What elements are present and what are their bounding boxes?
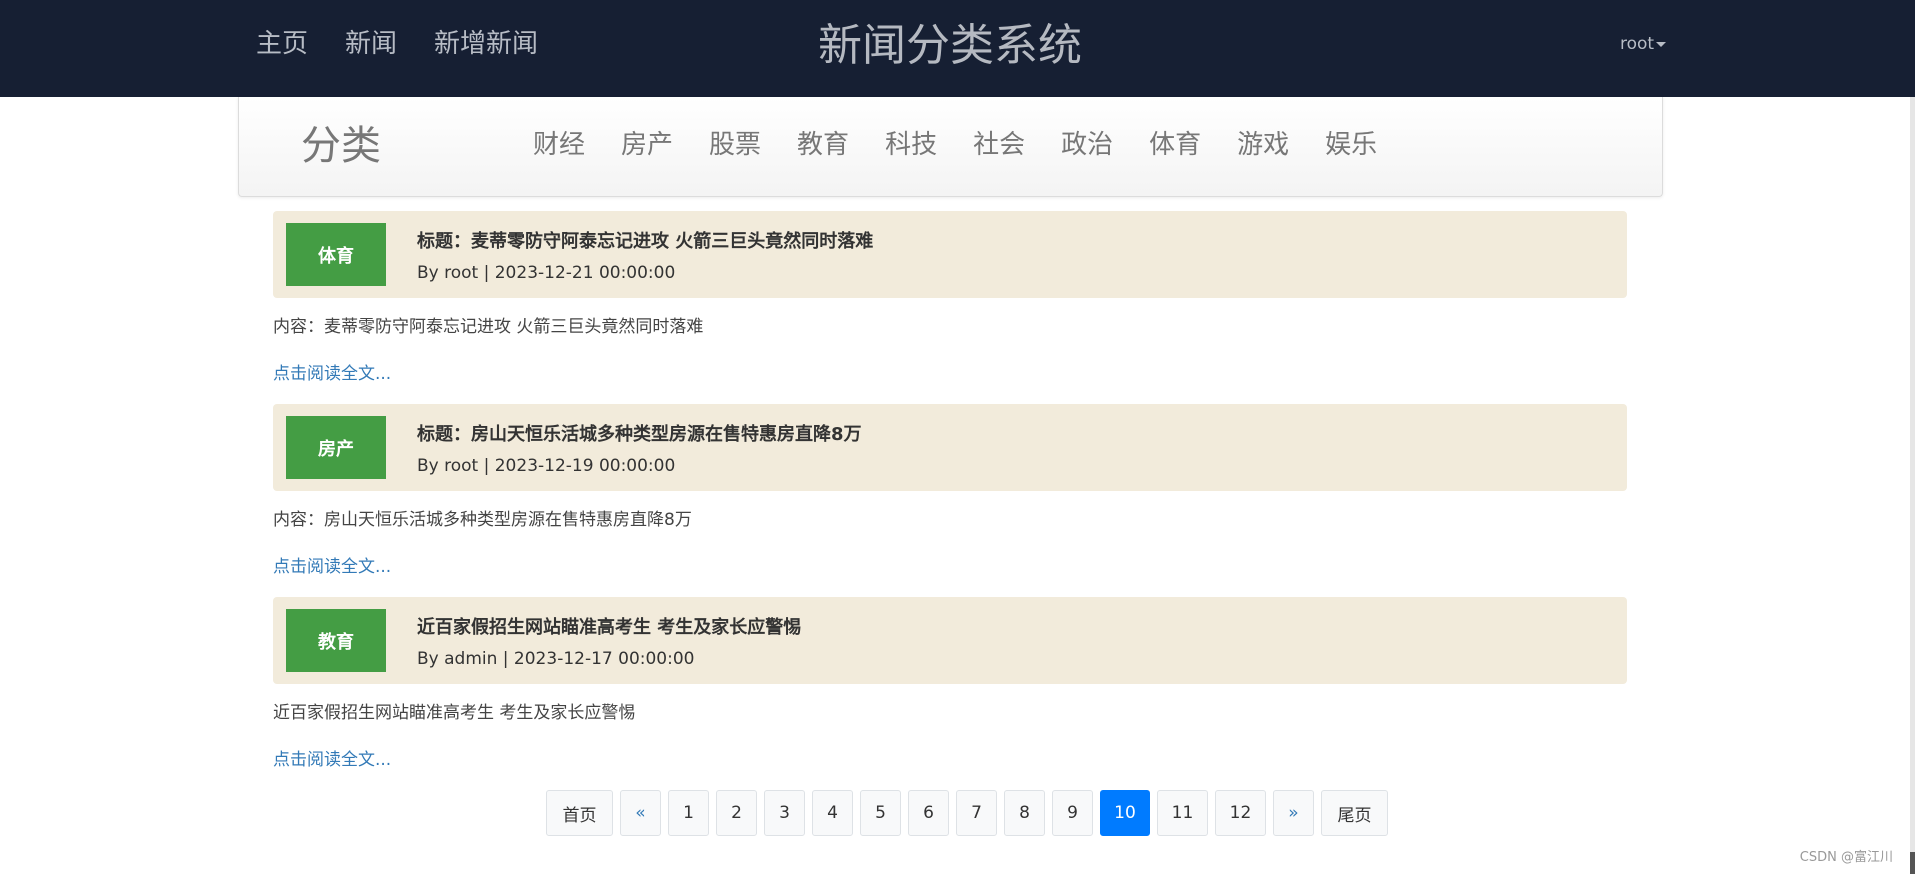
news-content: 近百家假招生网站瞄准高考生 考生及家长应警惕 [273,703,636,723]
page-10-button-current[interactable]: 10 [1100,790,1150,836]
read-more-link[interactable]: 点击阅读全文... [273,555,391,579]
category-entertainment-link[interactable]: 娱乐 [1325,127,1377,163]
news-meta: By root | 2023-12-21 00:00:00 [417,263,676,283]
news-meta: By admin | 2023-12-17 00:00:00 [417,649,695,669]
category-society-link[interactable]: 社会 [973,127,1025,163]
page-1-button[interactable]: 1 [668,790,709,836]
news-content: 内容：麦蒂零防守阿泰忘记进攻 火箭三巨头竟然同时落难 [273,317,704,337]
news-content: 内容：房山天恒乐活城多种类型房源在售特惠房直降8万 [273,510,692,530]
next-page-button[interactable]: » [1273,790,1314,836]
read-more-link[interactable]: 点击阅读全文... [273,362,391,386]
category-links: 财经 房产 股票 教育 科技 社会 政治 体育 游戏 娱乐 [533,127,1377,163]
category-finance-link[interactable]: 财经 [533,127,585,163]
news-title: 标题：麦蒂零防守阿泰忘记进攻 火箭三巨头竟然同时落难 [417,231,874,252]
top-navbar: 主页 新闻 新增新闻 新闻分类系统 root [0,0,1915,97]
category-sports-link[interactable]: 体育 [1149,127,1201,163]
page-12-button[interactable]: 12 [1215,790,1266,836]
news-item: 体育 标题：麦蒂零防守阿泰忘记进攻 火箭三巨头竟然同时落难 By root | … [273,211,1627,384]
page-11-button[interactable]: 11 [1157,790,1208,836]
news-item: 房产 标题：房山天恒乐活城多种类型房源在售特惠房直降8万 By root | 2… [273,404,1627,577]
news-item: 教育 近百家假招生网站瞄准高考生 考生及家长应警惕 By admin | 202… [273,597,1627,770]
news-item-header: 体育 标题：麦蒂零防守阿泰忘记进攻 火箭三巨头竟然同时落难 By root | … [273,211,1627,298]
page-2-button[interactable]: 2 [716,790,757,836]
news-meta: By root | 2023-12-19 00:00:00 [417,456,676,476]
scrollbar-thumb[interactable] [1910,852,1915,874]
watermark: CSDN @富江川 [1799,850,1893,865]
user-name: root [1620,34,1655,54]
category-games-link[interactable]: 游戏 [1237,127,1289,163]
category-realestate-link[interactable]: 房产 [621,127,673,163]
category-bar: 分类 财经 房产 股票 教育 科技 社会 政治 体育 游戏 娱乐 [238,97,1663,197]
category-tag: 体育 [286,223,386,286]
first-page-button[interactable]: 首页 [546,790,613,836]
page-3-button[interactable]: 3 [764,790,805,836]
read-more-link[interactable]: 点击阅读全文... [273,748,391,772]
site-title: 新闻分类系统 [818,20,1082,71]
category-stocks-link[interactable]: 股票 [709,127,761,163]
pagination: 首页 « 1 2 3 4 5 6 7 8 9 10 11 12 » 尾页 [546,790,1388,836]
page-8-button[interactable]: 8 [1004,790,1045,836]
news-item-header: 房产 标题：房山天恒乐活城多种类型房源在售特惠房直降8万 By root | 2… [273,404,1627,491]
category-tech-link[interactable]: 科技 [885,127,937,163]
category-tag: 房产 [286,416,386,479]
news-item-header: 教育 近百家假招生网站瞄准高考生 考生及家长应警惕 By admin | 202… [273,597,1627,684]
caret-down-icon [1656,41,1667,47]
page-7-button[interactable]: 7 [956,790,997,836]
category-politics-link[interactable]: 政治 [1061,127,1113,163]
page-5-button[interactable]: 5 [860,790,901,836]
category-tag: 教育 [286,609,386,672]
news-title: 近百家假招生网站瞄准高考生 考生及家长应警惕 [417,617,802,638]
last-page-button[interactable]: 尾页 [1321,790,1388,836]
page-4-button[interactable]: 4 [812,790,853,836]
page-6-button[interactable]: 6 [908,790,949,836]
category-education-link[interactable]: 教育 [797,127,849,163]
prev-page-button[interactable]: « [620,790,661,836]
page-9-button[interactable]: 9 [1052,790,1093,836]
scrollbar-track[interactable] [1910,97,1915,874]
news-title: 标题：房山天恒乐活城多种类型房源在售特惠房直降8万 [417,424,862,445]
user-dropdown[interactable]: root [1620,31,1667,57]
category-brand: 分类 [301,123,381,169]
